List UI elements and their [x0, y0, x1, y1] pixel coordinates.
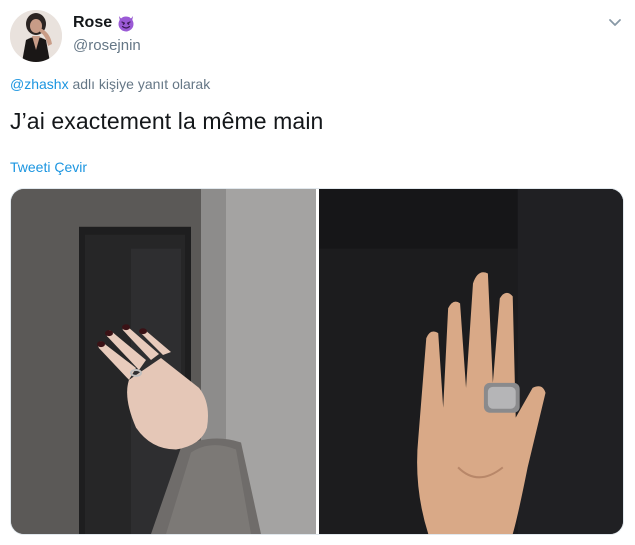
reply-context-text: adlı kişiye yanıt olarak — [68, 76, 211, 92]
smiling-imp-emoji-icon — [118, 16, 134, 32]
photo-left[interactable] — [11, 189, 316, 534]
user-handle[interactable]: @rosejnin — [73, 37, 141, 54]
display-name[interactable]: Rose — [73, 14, 112, 32]
palm-with-ring-photo-right — [319, 189, 623, 534]
avatar[interactable] — [10, 10, 62, 62]
user-name-row[interactable]: Rose — [73, 13, 136, 33]
hand-with-ring-photo-left — [11, 189, 316, 534]
tweet-card: Rose @rosejnin @zhashx adlı kişiye yanıt… — [0, 0, 635, 545]
photo-right[interactable] — [319, 189, 623, 534]
tweet-text: J’ai exactement la même main — [10, 108, 324, 134]
reply-mention-link[interactable]: @zhashx — [10, 76, 69, 92]
reply-context: @zhashx adlı kişiye yanıt olarak — [10, 76, 210, 92]
media-grid — [10, 188, 624, 535]
chevron-down-icon[interactable] — [606, 13, 624, 31]
translate-tweet-link[interactable]: Tweeti Çevir — [10, 159, 87, 175]
